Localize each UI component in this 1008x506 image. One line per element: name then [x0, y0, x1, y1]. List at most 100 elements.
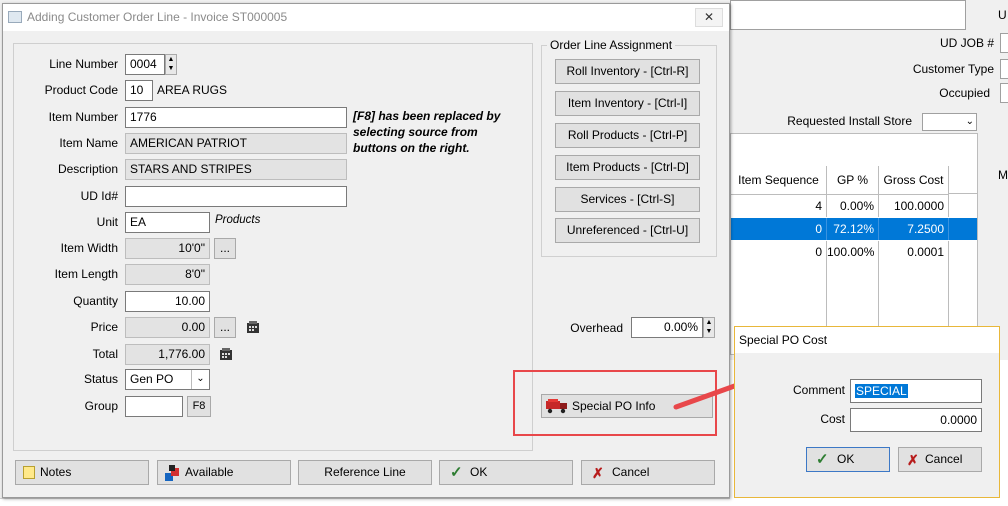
cancel-button[interactable]: ✗ Cancel: [581, 460, 715, 485]
table-cell: 100.00%: [827, 241, 879, 263]
ud-id-label: UD Id#: [80, 189, 118, 203]
line-number-label: Line Number: [49, 57, 118, 71]
cancel-label: Cancel: [612, 465, 650, 479]
item-inventory-button[interactable]: Item Inventory - [Ctrl-I]: [555, 91, 700, 116]
table-column-header: Item Sequence: [731, 166, 827, 195]
special-po-info-label: Special PO Info: [572, 399, 656, 413]
item-width-ellipsis-button[interactable]: ...: [214, 238, 236, 259]
item-name-label: Item Name: [59, 136, 118, 150]
total-label: Total: [92, 347, 118, 361]
popup-cancel-label: Cancel: [925, 452, 963, 466]
available-button[interactable]: Available: [157, 460, 291, 485]
product-code-label: Product Code: [44, 83, 118, 97]
order-line-assignment-title: Order Line Assignment: [547, 38, 676, 52]
table-row[interactable]: 4 0.00% 100.0000: [731, 195, 977, 217]
unit-field[interactable]: EA: [125, 212, 210, 233]
line-number-spinner[interactable]: ▲ ▼: [165, 54, 177, 75]
services-button[interactable]: Services - [Ctrl-S]: [555, 187, 700, 212]
note-line: [F8] has been replaced by: [353, 109, 501, 123]
truck-icon: [545, 398, 569, 414]
calculator-icon[interactable]: [218, 347, 234, 361]
table-row[interactable]: 0 100.00% 0.0001: [731, 241, 977, 263]
cost-label: Cost: [820, 412, 845, 426]
item-name-field: AMERICAN PATRIOT: [125, 133, 347, 154]
notes-icon: [23, 466, 35, 479]
table-cell: 7.2500: [879, 218, 949, 240]
total-field: 1,776.00: [125, 344, 210, 365]
reference-line-button[interactable]: Reference Line: [298, 460, 432, 485]
ud-job-field[interactable]: [1000, 33, 1008, 53]
price-field: 0.00: [125, 317, 210, 338]
table-column-header: [949, 166, 977, 194]
requested-install-store-select[interactable]: ⌄: [922, 113, 977, 131]
calculator-icon[interactable]: [245, 320, 261, 334]
overhead-spinner[interactable]: ▲ ▼: [703, 317, 715, 338]
note-line: buttons on the right.: [353, 141, 470, 155]
description-label: Description: [57, 162, 118, 176]
comment-value: SPECIAL: [855, 384, 908, 398]
status-select[interactable]: Gen PO ⌄: [125, 369, 210, 390]
ok-button[interactable]: ✓ OK: [439, 460, 573, 485]
ud-job-label: UD JOB #: [939, 36, 994, 50]
quantity-field[interactable]: 10.00: [125, 291, 210, 312]
quantity-label: Quantity: [73, 294, 118, 308]
line-number-field[interactable]: 0004: [125, 54, 165, 75]
line-items-table: Item Sequence GP % Gross Cost 4 0.00% 10…: [730, 133, 978, 355]
group-f8-button[interactable]: F8: [187, 396, 211, 417]
special-po-cost-dialog: Special PO Cost Comment SPECIAL Cost 0.0…: [734, 326, 1000, 498]
cost-field[interactable]: 0.0000: [850, 408, 982, 432]
f8-replacement-note: [F8] has been replaced by selecting sour…: [353, 108, 523, 156]
price-ellipsis-button[interactable]: ...: [214, 317, 236, 338]
ud-id-field[interactable]: [125, 186, 347, 207]
chevron-down-icon: ⌄: [965, 116, 974, 127]
item-number-field[interactable]: 1776: [125, 107, 347, 128]
background-corner-label: U: [998, 8, 1007, 22]
overhead-field[interactable]: 0.00%: [631, 317, 703, 338]
customer-type-field[interactable]: [1000, 59, 1008, 79]
popup-ok-button[interactable]: ✓ OK: [806, 447, 890, 472]
popup-cancel-button[interactable]: ✗ Cancel: [898, 447, 982, 472]
description-field: STARS AND STRIPES: [125, 159, 347, 180]
notes-label: Notes: [40, 465, 72, 479]
notes-button[interactable]: Notes: [15, 460, 149, 485]
table-column-header: GP %: [827, 166, 879, 195]
group-field[interactable]: [125, 396, 183, 417]
background-right-label: M: [998, 168, 1008, 182]
item-width-field: 10'0": [125, 238, 210, 259]
unit-note: Products: [215, 214, 261, 226]
requested-install-store-label: Requested Install Store: [787, 114, 912, 128]
comment-field[interactable]: SPECIAL: [850, 379, 982, 403]
item-width-label: Item Width: [60, 241, 118, 255]
app-icon: [8, 11, 22, 23]
available-icon: [165, 465, 183, 481]
x-icon: ✗: [592, 465, 604, 481]
table-row[interactable]: 0 72.12% 7.2500: [731, 218, 977, 240]
occupied-field[interactable]: [1000, 83, 1008, 103]
customer-type-label: Customer Type: [912, 62, 994, 76]
status-value: Gen PO: [130, 372, 174, 386]
overhead-label: Overhead: [570, 321, 623, 335]
table-cell: 0.00%: [827, 195, 879, 217]
chevron-down-icon: ⌄: [191, 370, 209, 389]
note-line: selecting source from: [353, 125, 478, 139]
table-cell: 0: [731, 218, 827, 240]
item-length-label: Item Length: [54, 267, 118, 281]
group-label: Group: [84, 399, 118, 413]
x-icon: ✗: [907, 452, 919, 468]
background-top-field: [730, 0, 966, 30]
item-length-field: 8'0": [125, 264, 210, 285]
status-label: Status: [83, 372, 118, 386]
table-cell: 0.0001: [879, 241, 949, 263]
table-cell: 72.12%: [827, 218, 879, 240]
popup-title: Special PO Cost: [735, 327, 999, 353]
unreferenced-button[interactable]: Unreferenced - [Ctrl-U]: [555, 218, 700, 243]
check-icon: ✓: [450, 464, 463, 481]
product-code-field[interactable]: 10: [125, 80, 153, 101]
ok-label: OK: [470, 465, 488, 479]
roll-inventory-button[interactable]: Roll Inventory - [Ctrl-R]: [555, 59, 700, 84]
item-products-button[interactable]: Item Products - [Ctrl-D]: [555, 155, 700, 180]
dialog-title: Adding Customer Order Line - Invoice ST0…: [3, 4, 729, 31]
close-icon[interactable]: ✕: [695, 8, 723, 27]
product-code-name: AREA RUGS: [157, 83, 228, 97]
roll-products-button[interactable]: Roll Products - [Ctrl-P]: [555, 123, 700, 148]
